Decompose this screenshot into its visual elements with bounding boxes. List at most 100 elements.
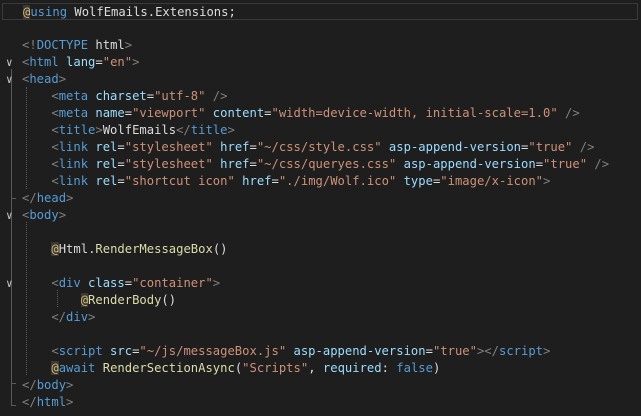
code-line[interactable]: <meta name="viewport" content="width=dev…: [0, 105, 641, 122]
code-token: DOCTYPE: [36, 38, 89, 52]
code-token: :: [381, 361, 397, 375]
code-token: div: [66, 310, 89, 324]
code-token: "~/js/messageBox.js": [139, 344, 287, 358]
code-token: <: [22, 344, 59, 358]
code-token: ></: [476, 344, 499, 358]
code-token: link: [58, 140, 89, 154]
code-line[interactable]: @Html.RenderMessageBox(): [0, 241, 641, 258]
code-token: "true": [528, 140, 573, 154]
code-token: >: [88, 310, 96, 324]
code-token: html: [36, 395, 67, 409]
fold-toggle-icon[interactable]: ∨: [6, 54, 16, 71]
code-line[interactable]: <meta charset="utf-8" />: [0, 88, 641, 105]
code-line[interactable]: @using WolfEmails.Extensions;: [2, 3, 638, 20]
code-token: "shortcut icon": [124, 174, 235, 188]
code-token: </: [22, 191, 37, 205]
code-line[interactable]: [0, 326, 641, 343]
code-text: </head>: [22, 190, 73, 207]
code-token: lang: [58, 55, 96, 69]
code-token: rel: [88, 157, 118, 171]
code-token: "width=device-width, initial-scale=1.0": [271, 106, 558, 120]
code-line[interactable]: ∨ <div class="container">: [0, 275, 641, 292]
code-token: script: [58, 344, 103, 358]
code-line[interactable]: </div>: [0, 309, 641, 326]
code-line[interactable]: <script src="~/js/messageBox.js" asp-app…: [0, 343, 641, 360]
code-token: =: [535, 157, 544, 171]
code-line[interactable]: <link rel="shortcut icon" href="./img/Wo…: [0, 173, 641, 190]
code-text: <script src="~/js/messageBox.js" asp-app…: [22, 343, 550, 360]
code-line[interactable]: <!DOCTYPE html>: [0, 37, 641, 54]
code-text: </body>: [22, 377, 73, 394]
code-text: <html lang="en">: [22, 54, 139, 71]
code-token: =: [249, 140, 257, 154]
code-token: "container": [132, 276, 213, 290]
code-token: "Scripts": [242, 361, 309, 375]
code-line[interactable]: <title>WolfEmails</title>: [0, 122, 641, 139]
code-token: src: [102, 344, 133, 358]
code-token: div: [58, 276, 81, 290]
code-token: >: [124, 38, 133, 52]
code-token: (): [212, 242, 228, 256]
code-text: <link rel="stylesheet" href="~/css/query…: [22, 156, 609, 173]
code-line[interactable]: @RenderBody(): [0, 292, 641, 309]
code-line[interactable]: ∨ <head>: [0, 71, 641, 88]
code-token: >: [227, 123, 235, 137]
code-editor[interactable]: @using WolfEmails.Extensions; <!DOCTYPE h…: [0, 0, 641, 416]
code-token: Html: [58, 242, 89, 256]
code-token: class: [80, 276, 125, 290]
code-line[interactable]: <link rel="stylesheet" href="~/css/query…: [0, 156, 641, 173]
code-token: >: [212, 276, 221, 290]
code-line[interactable]: </body>: [0, 377, 641, 394]
code-text: <title>WolfEmails</title>: [22, 122, 235, 139]
code-token: title: [58, 123, 96, 137]
fold-toggle-icon[interactable]: ∨: [6, 275, 16, 292]
code-line[interactable]: [0, 20, 641, 37]
code-line[interactable]: [0, 224, 641, 241]
code-token: >: [58, 208, 67, 222]
code-line[interactable]: <link rel="stylesheet" href="~/css/style…: [0, 139, 641, 156]
code-text: <body>: [22, 207, 66, 224]
code-token: "utf-8": [154, 89, 206, 103]
code-token: WolfEmails.Extensions;: [74, 5, 236, 19]
code-token: />: [572, 140, 595, 154]
code-token: <: [22, 106, 59, 120]
code-token: <: [22, 89, 59, 103]
code-line[interactable]: ∨ <html lang="en">: [0, 54, 641, 71]
code-token: "en": [102, 55, 133, 69]
code-line[interactable]: </head>: [0, 190, 641, 207]
code-text: @RenderBody(): [22, 292, 176, 309]
code-line[interactable]: @await RenderSectionAsync("Scripts", req…: [0, 360, 641, 377]
code-token: <: [22, 276, 59, 290]
code-line[interactable]: ∨ <body>: [0, 207, 641, 224]
code-token: =: [271, 174, 279, 188]
code-token: <!: [22, 38, 37, 52]
code-token: "image/x-icon": [440, 174, 544, 188]
code-token: charset: [88, 89, 147, 103]
code-token: >: [66, 191, 74, 205]
code-line[interactable]: [0, 258, 641, 275]
code-line[interactable]: </html>: [0, 394, 641, 411]
code-token: >: [66, 395, 74, 409]
code-token: script: [498, 344, 544, 358]
code-text: <div class="container">: [22, 275, 220, 292]
fold-toggle-icon[interactable]: ∨: [6, 71, 16, 88]
code-token: href: [212, 140, 250, 154]
code-token: =: [117, 174, 125, 188]
code-token: meta: [58, 89, 89, 103]
code-token: html: [88, 38, 125, 52]
code-text: @Html.RenderMessageBox(): [22, 241, 228, 258]
code-token: =: [95, 55, 103, 69]
code-token: />: [205, 89, 228, 103]
code-token: >: [132, 55, 140, 69]
fold-toggle-icon[interactable]: ∨: [6, 207, 16, 224]
code-text: <head>: [22, 71, 66, 88]
code-token: @: [51, 361, 59, 375]
code-token: <: [22, 140, 59, 154]
code-token: </: [22, 395, 37, 409]
code-token: required: [322, 361, 382, 375]
code-token: "stylesheet": [124, 157, 213, 171]
code-token: false: [396, 361, 433, 375]
code-text: <meta charset="utf-8" />: [22, 88, 227, 105]
code-token: head: [29, 72, 59, 86]
